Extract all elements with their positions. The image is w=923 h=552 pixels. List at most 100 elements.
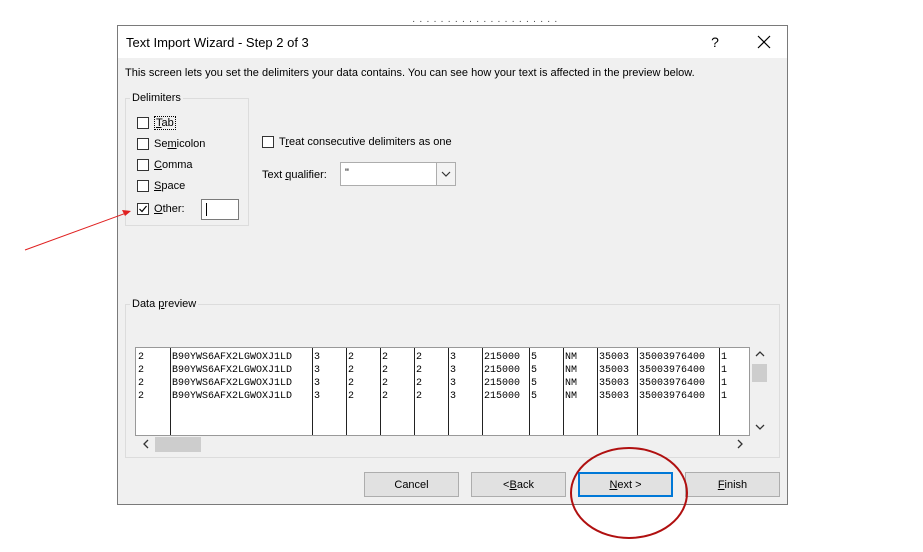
- preview-cell: 1: [721, 378, 728, 389]
- preview-column-divider: [482, 348, 483, 435]
- close-icon[interactable]: [752, 30, 776, 54]
- delimiters-legend: Delimiters: [132, 92, 181, 104]
- preview-cell: 5: [531, 378, 538, 389]
- data-preview-grid[interactable]: 2 B90YWS6AFX2LGWOXJ1LD 3 2 2 2 3 215000 5 NM 35003…: [135, 347, 750, 436]
- preview-cell: 1: [721, 365, 728, 376]
- semicolon-checkbox[interactable]: Semicolon: [137, 136, 205, 152]
- preview-column-divider: [529, 348, 530, 435]
- checkmark-icon: [139, 205, 147, 213]
- text-qualifier-value: ": [345, 167, 349, 179]
- preview-cell: 3: [450, 378, 457, 389]
- preview-cell: 3: [314, 365, 321, 376]
- consecutive-delimiters-checkbox[interactable]: Treat consecutive delimiters as one: [262, 134, 452, 150]
- scroll-left-icon[interactable]: [137, 439, 154, 452]
- scroll-up-icon[interactable]: [751, 349, 768, 360]
- preview-cell: 2: [348, 391, 355, 402]
- preview-cell: 215000: [484, 352, 521, 363]
- preview-cell: 215000: [484, 378, 521, 389]
- preview-cell: 3: [450, 352, 457, 363]
- text-import-wizard-dialog: Text Import Wizard - Step 2 of 3 ? This …: [117, 25, 788, 505]
- preview-cell: 1: [721, 352, 728, 363]
- preview-cell: 2: [382, 391, 389, 402]
- preview-column-divider: [448, 348, 449, 435]
- comma-checkbox[interactable]: Comma: [137, 157, 193, 173]
- preview-cell: 215000: [484, 365, 521, 376]
- semicolon-label: Semicolon: [154, 138, 206, 150]
- vertical-scrollbar[interactable]: [750, 347, 769, 436]
- preview-cell: 2: [138, 378, 145, 389]
- vertical-scroll-thumb[interactable]: [752, 364, 767, 382]
- comma-checkbox-box[interactable]: [137, 159, 149, 171]
- title-bar: Text Import Wizard - Step 2 of 3 ?: [118, 26, 787, 58]
- scroll-down-icon[interactable]: [751, 423, 768, 434]
- chevron-down-icon[interactable]: [436, 163, 455, 185]
- space-checkbox-box[interactable]: [137, 180, 149, 192]
- consecutive-label: Treat consecutive delimiters as one: [279, 136, 452, 148]
- other-delimiter-input[interactable]: [201, 199, 239, 220]
- preview-cell: B90YWS6AFX2LGWOXJ1LD: [172, 352, 293, 363]
- tab-checkbox-box[interactable]: [137, 117, 149, 129]
- horizontal-scroll-thumb[interactable]: [155, 437, 201, 452]
- preview-column-divider: [719, 348, 720, 435]
- consecutive-checkbox-box[interactable]: [262, 136, 274, 148]
- preview-column-divider: [563, 348, 564, 435]
- help-icon[interactable]: ?: [706, 32, 724, 52]
- text-qualifier-select[interactable]: ": [340, 162, 456, 186]
- other-label: Other:: [154, 203, 185, 215]
- space-label: Space: [154, 180, 186, 192]
- preview-cell: 35003976400: [639, 391, 706, 402]
- preview-cell: 2: [382, 352, 389, 363]
- back-button[interactable]: < Back: [471, 472, 566, 497]
- preview-cell: 35003: [599, 378, 630, 389]
- preview-cell: 35003976400: [639, 378, 706, 389]
- annotation-arrow: [24, 210, 131, 251]
- preview-cell: 1: [721, 391, 728, 402]
- horizontal-scrollbar[interactable]: [135, 436, 750, 453]
- preview-cell: B90YWS6AFX2LGWOXJ1LD: [172, 378, 293, 389]
- preview-cell: 5: [531, 365, 538, 376]
- preview-cell: 2: [138, 365, 145, 376]
- other-checkbox-box[interactable]: [137, 203, 149, 215]
- preview-cell: 2: [348, 378, 355, 389]
- space-checkbox[interactable]: Space: [137, 178, 185, 194]
- preview-cell: NM: [565, 365, 578, 376]
- semicolon-checkbox-box[interactable]: [137, 138, 149, 150]
- preview-cell: 2: [138, 352, 145, 363]
- text-qualifier-label: Text qualifier:: [262, 169, 327, 181]
- preview-cell: 2: [382, 378, 389, 389]
- preview-column-divider: [346, 348, 347, 435]
- preview-cell: NM: [565, 352, 578, 363]
- preview-cell: 35003: [599, 352, 630, 363]
- other-checkbox[interactable]: Other:: [137, 201, 185, 217]
- preview-column-divider: [170, 348, 171, 435]
- text-cursor: [206, 203, 207, 216]
- preview-cell: 2: [416, 378, 423, 389]
- preview-cell: 35003: [599, 365, 630, 376]
- preview-column-divider: [380, 348, 381, 435]
- preview-column-divider: [414, 348, 415, 435]
- preview-cell: 35003: [599, 391, 630, 402]
- preview-cell: 2: [138, 391, 145, 402]
- preview-cell: 215000: [484, 391, 521, 402]
- data-preview-legend: Data preview: [132, 298, 197, 310]
- cancel-button[interactable]: Cancel: [364, 472, 459, 497]
- tab-label: Tab: [154, 116, 176, 130]
- finish-button[interactable]: Finish: [685, 472, 780, 497]
- preview-cell: 2: [416, 365, 423, 376]
- preview-cell: NM: [565, 391, 578, 402]
- preview-cell: B90YWS6AFX2LGWOXJ1LD: [172, 365, 293, 376]
- next-button[interactable]: Next >: [578, 472, 673, 497]
- preview-cell: 35003976400: [639, 352, 706, 363]
- dialog-title: Text Import Wizard - Step 2 of 3: [126, 35, 309, 50]
- preview-cell: 2: [416, 352, 423, 363]
- preview-cell: 3: [314, 378, 321, 389]
- preview-column-divider: [597, 348, 598, 435]
- scroll-right-icon[interactable]: [732, 439, 749, 452]
- preview-cell: 3: [450, 391, 457, 402]
- preview-cell: 5: [531, 352, 538, 363]
- preview-cell: 2: [348, 352, 355, 363]
- preview-cell: 2: [348, 365, 355, 376]
- preview-cell: 3: [314, 352, 321, 363]
- preview-cell: 2: [416, 391, 423, 402]
- tab-checkbox[interactable]: Tab: [137, 115, 176, 131]
